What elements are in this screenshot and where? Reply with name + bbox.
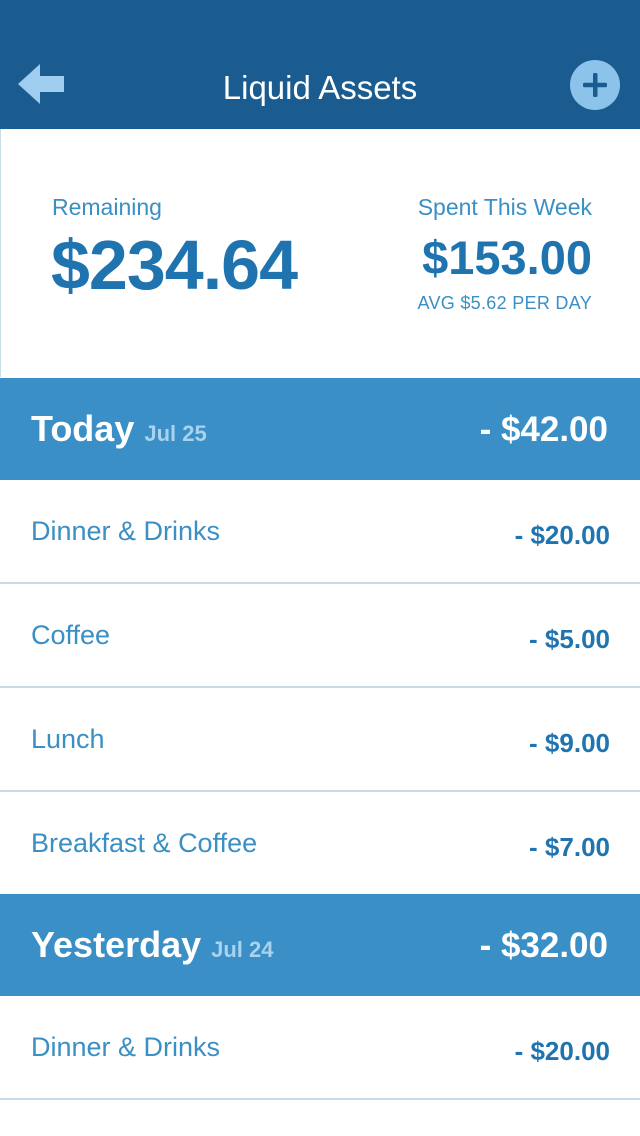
expense-row[interactable]: Coffee - $5.00 [0,584,640,688]
expense-amount: - $20.00 [514,1036,610,1066]
expense-list: Today Jul 25 - $42.00 Dinner & Drinks - $… [0,378,640,1100]
nav-bar: Liquid Assets [0,0,640,129]
page-title: Liquid Assets [222,69,418,106]
day-title: Yesterday [31,924,202,965]
expense-name: Lunch [31,724,105,754]
spent-this-week-label: Spent This Week [417,194,592,220]
day-header-today[interactable]: Today Jul 25 - $42.00 [0,378,640,480]
day-date: Jul 24 [211,937,274,962]
remaining-amount: $234.64 [51,226,298,304]
expense-row[interactable]: Dinner & Drinks - $20.00 [0,996,640,1100]
day-title: Today [31,408,135,449]
expense-row[interactable]: Lunch - $9.00 [0,688,640,792]
expense-name: Coffee [31,620,111,650]
expense-name: Breakfast & Coffee [31,828,258,858]
expense-row[interactable]: Breakfast & Coffee - $7.00 [0,792,640,894]
day-total: - $42.00 [479,410,608,449]
expense-amount: - $7.00 [529,832,610,862]
app-screen: Liquid Assets Remaining $234.64 Spent Th… [0,0,640,1136]
expense-row[interactable]: Dinner & Drinks - $20.00 [0,480,640,584]
add-expense-button[interactable] [570,60,620,110]
summary-panel: Remaining $234.64 Spent This Week $153.0… [0,129,640,377]
expense-name: Dinner & Drinks [31,516,221,546]
day-header-yesterday[interactable]: Yesterday Jul 24 - $32.00 [0,894,640,996]
day-date: Jul 25 [144,421,207,446]
expense-name: Dinner & Drinks [31,1032,221,1062]
spent-this-week-amount: $153.00 [422,231,592,284]
day-total: - $32.00 [479,926,608,965]
expense-amount: - $9.00 [529,728,610,758]
expense-amount: - $5.00 [529,624,610,654]
average-per-day: AVG $5.62 PER DAY [417,293,592,313]
expense-amount: - $20.00 [514,520,610,550]
day-name: Today Jul 25 [31,408,207,450]
day-name: Yesterday Jul 24 [31,924,274,966]
remaining-label: Remaining [52,194,162,220]
